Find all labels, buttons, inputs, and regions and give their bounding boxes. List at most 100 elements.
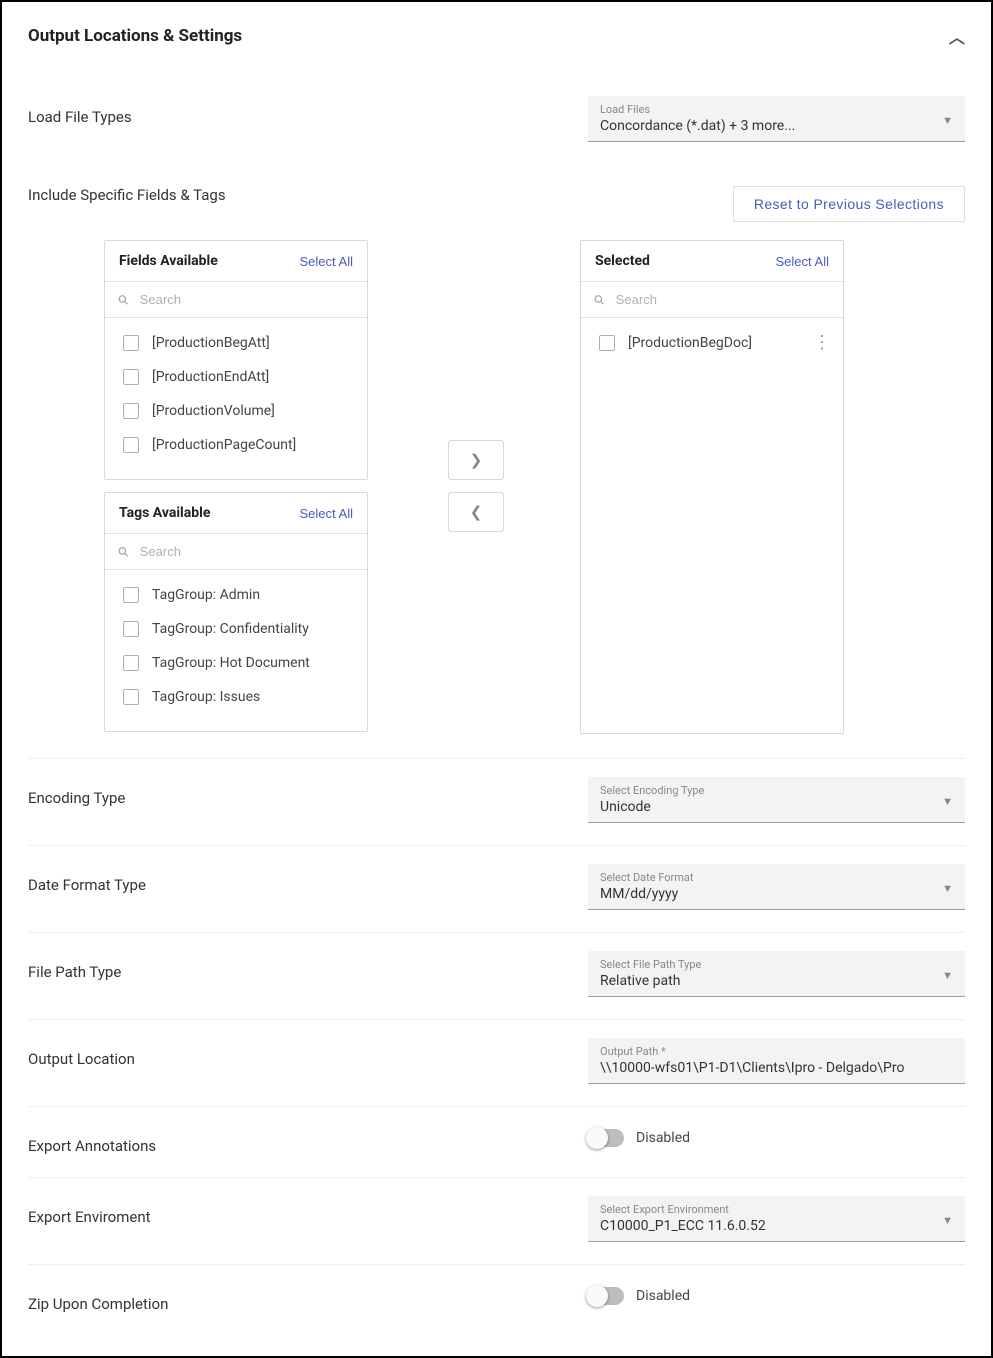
list-item[interactable]: [ProductionVolume]: [105, 394, 367, 428]
field-label: [ProductionEndAtt]: [152, 369, 269, 385]
date-format-row: Date Format Type Select Date Format MM/d…: [28, 846, 965, 922]
export-annotations-row: Export Annotations Disabled: [28, 1107, 965, 1167]
field-label: [ProductionVolume]: [152, 403, 275, 419]
zip-row: Zip Upon Completion Disabled: [28, 1265, 965, 1325]
move-right-button[interactable]: ❯: [448, 440, 504, 480]
tags-select-all-button[interactable]: Select All: [300, 506, 353, 521]
selected-panel: Selected Select All [ProductionBegDoc] ⋮: [580, 240, 844, 734]
output-settings-panel: Output Locations & Settings ︿ Load File …: [0, 0, 993, 1358]
selected-select-all-button[interactable]: Select All: [776, 254, 829, 269]
chevron-down-icon: ▼: [942, 969, 953, 982]
move-buttons: ❯ ❮: [448, 240, 504, 532]
list-item[interactable]: TagGroup: Confidentiality: [105, 612, 367, 646]
selected-search-input[interactable]: [614, 291, 831, 308]
zip-state: Disabled: [636, 1288, 690, 1304]
selected-search[interactable]: [581, 282, 843, 318]
tag-label: TagGroup: Confidentiality: [152, 621, 309, 637]
export-environment-row: Export Enviroment Select Export Environm…: [28, 1178, 965, 1254]
chevron-down-icon: ▼: [942, 114, 953, 127]
list-item[interactable]: TagGroup: Hot Document: [105, 646, 367, 680]
search-icon: [117, 293, 130, 307]
fields-available-panel: Fields Available Select All [ProductionB…: [104, 240, 368, 480]
date-format-floating-label: Select Date Format: [600, 871, 953, 884]
list-item[interactable]: [ProductionPageCount]: [105, 428, 367, 462]
kebab-icon[interactable]: ⋮: [813, 334, 829, 352]
zip-toggle[interactable]: [588, 1287, 624, 1305]
tags-available-list[interactable]: TagGroup: Admin TagGroup: Confidentialit…: [105, 570, 367, 718]
list-item[interactable]: TagGroup: Issues: [105, 680, 367, 714]
file-path-select[interactable]: Select File Path Type Relative path ▼: [588, 951, 965, 997]
chevron-down-icon: ▼: [942, 795, 953, 808]
search-icon: [593, 293, 606, 307]
file-path-value: Relative path: [600, 973, 953, 989]
fields-available-list[interactable]: [ProductionBegAtt] [ProductionEndAtt] [P…: [105, 318, 367, 466]
export-annotations-label: Export Annotations: [28, 1125, 588, 1155]
list-item[interactable]: [ProductionBegDoc] ⋮: [581, 326, 843, 360]
file-path-row: File Path Type Select File Path Type Rel…: [28, 933, 965, 1009]
list-item[interactable]: [ProductionBegAtt]: [105, 326, 367, 360]
move-left-button[interactable]: ❮: [448, 492, 504, 532]
field-picker: Fields Available Select All [ProductionB…: [104, 240, 965, 734]
field-checkbox[interactable]: [123, 403, 139, 419]
encoding-floating-label: Select Encoding Type: [600, 784, 953, 797]
tag-label: TagGroup: Admin: [152, 587, 260, 603]
field-label: [ProductionPageCount]: [152, 437, 296, 453]
selected-checkbox[interactable]: [599, 335, 615, 351]
tag-checkbox[interactable]: [123, 587, 139, 603]
encoding-value: Unicode: [600, 799, 953, 815]
file-path-label: File Path Type: [28, 951, 588, 981]
output-path-input[interactable]: Output Path * \\10000-wfs01\P1-D1\Client…: [588, 1038, 965, 1084]
date-format-value: MM/dd/yyyy: [600, 886, 953, 902]
annotations-toggle[interactable]: [588, 1129, 624, 1147]
output-location-label: Output Location: [28, 1038, 588, 1068]
field-checkbox[interactable]: [123, 335, 139, 351]
tag-label: TagGroup: Hot Document: [152, 655, 310, 671]
export-environment-value: C10000_P1_ECC 11.6.0.52: [600, 1218, 953, 1234]
file-path-floating-label: Select File Path Type: [600, 958, 953, 971]
load-file-types-row: Load File Types Load Files Concordance (…: [28, 84, 965, 154]
tags-available-title: Tags Available: [119, 505, 210, 521]
field-checkbox[interactable]: [123, 369, 139, 385]
export-environment-select[interactable]: Select Export Environment C10000_P1_ECC …: [588, 1196, 965, 1242]
tag-checkbox[interactable]: [123, 689, 139, 705]
output-path-value: \\10000-wfs01\P1-D1\Clients\Ipro - Delga…: [600, 1060, 953, 1076]
fields-available-title: Fields Available: [119, 253, 218, 269]
export-environment-label: Export Enviroment: [28, 1196, 588, 1226]
export-environment-floating-label: Select Export Environment: [600, 1203, 953, 1216]
fields-search-input[interactable]: [138, 291, 355, 308]
load-files-floating-label: Load Files: [600, 103, 953, 116]
encoding-select[interactable]: Select Encoding Type Unicode ▼: [588, 777, 965, 823]
reset-selections-button[interactable]: Reset to Previous Selections: [733, 186, 965, 222]
field-label: [ProductionBegAtt]: [152, 335, 270, 351]
fields-select-all-button[interactable]: Select All: [300, 254, 353, 269]
load-files-select[interactable]: Load Files Concordance (*.dat) + 3 more.…: [588, 96, 965, 142]
section-header: Output Locations & Settings ︿: [28, 24, 965, 48]
tag-checkbox[interactable]: [123, 621, 139, 637]
date-format-label: Date Format Type: [28, 864, 588, 894]
load-file-types-label: Load File Types: [28, 96, 588, 126]
fields-search[interactable]: [105, 282, 367, 318]
date-format-select[interactable]: Select Date Format MM/dd/yyyy ▼: [588, 864, 965, 910]
list-item[interactable]: TagGroup: Admin: [105, 578, 367, 612]
tag-label: TagGroup: Issues: [152, 689, 260, 705]
tag-checkbox[interactable]: [123, 655, 139, 671]
output-location-row: Output Location Output Path * \\10000-wf…: [28, 1020, 965, 1096]
tags-available-panel: Tags Available Select All TagGroup: Admi…: [104, 492, 368, 732]
encoding-row: Encoding Type Select Encoding Type Unico…: [28, 759, 965, 835]
tags-search[interactable]: [105, 534, 367, 570]
load-files-value: Concordance (*.dat) + 3 more...: [600, 118, 953, 134]
selected-list[interactable]: [ProductionBegDoc] ⋮: [581, 318, 843, 720]
collapse-icon[interactable]: ︿: [949, 24, 965, 48]
list-item[interactable]: [ProductionEndAtt]: [105, 360, 367, 394]
include-fields-label: Include Specific Fields & Tags: [28, 186, 226, 204]
include-fields-header: Include Specific Fields & Tags Reset to …: [28, 186, 965, 222]
search-icon: [117, 545, 130, 559]
section-title: Output Locations & Settings: [28, 26, 242, 46]
encoding-label: Encoding Type: [28, 777, 588, 807]
tags-search-input[interactable]: [138, 543, 355, 560]
chevron-down-icon: ▼: [942, 882, 953, 895]
output-path-floating-label: Output Path *: [600, 1045, 953, 1058]
selected-label: [ProductionBegDoc]: [628, 335, 752, 351]
selected-title: Selected: [595, 253, 650, 269]
field-checkbox[interactable]: [123, 437, 139, 453]
